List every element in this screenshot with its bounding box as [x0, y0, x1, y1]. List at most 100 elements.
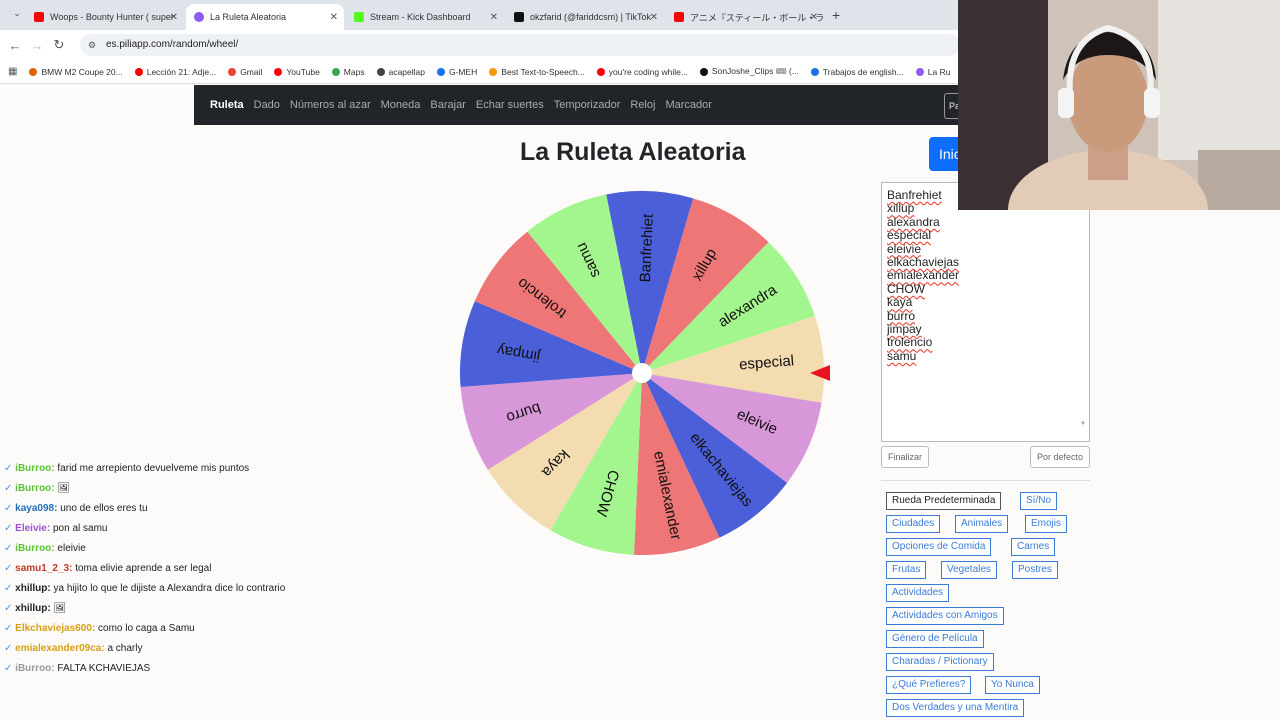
bookmark-item[interactable]: La Ru [915, 66, 950, 77]
chat-username: xhillup: [15, 583, 51, 594]
preset-button[interactable]: Frutas [886, 561, 927, 579]
site-nav-link[interactable]: Dado [254, 99, 280, 111]
preset-button[interactable]: Dos Verdades y una Mentira [886, 699, 1025, 717]
preset-button[interactable]: Sí/No [1020, 492, 1058, 510]
preset-button[interactable]: Postres [1012, 561, 1058, 579]
name-entry: elkachaviejas [887, 255, 960, 270]
chat-username: iBurroo: [15, 663, 55, 674]
names-textarea[interactable]: Banfrehiet xillup alexandra especial eleivie… [881, 182, 1090, 442]
forward-icon[interactable]: → [26, 38, 48, 53]
tab-label: アニメ『スティール・ボール・ラン ジョジ [690, 12, 824, 23]
site-nav-link[interactable]: Reloj [630, 99, 655, 111]
chat-badge-icon: ✓ [4, 643, 16, 654]
tab-search-icon[interactable]: ⌄ [6, 8, 28, 19]
bookmark-item[interactable]: Best Text-to-Speech... [489, 66, 585, 77]
bookmark-favicon-icon [915, 67, 924, 76]
chat-username: emialexander09ca: [15, 643, 105, 654]
site-nav-link[interactable]: Barajar [430, 99, 465, 111]
site-nav-link[interactable]: Echar suertes [476, 99, 544, 111]
bookmark-item[interactable]: you're coding while... [596, 66, 688, 77]
chat-text: eleivie [57, 543, 86, 554]
chat-message: ✓ iBurroo: eleivie [4, 542, 334, 555]
new-tab-icon[interactable]: + [832, 7, 840, 23]
apps-grid-icon[interactable]: ▦ [8, 66, 17, 77]
preset-button[interactable]: Yo Nunca [985, 676, 1040, 694]
bookmark-label: Maps [343, 66, 365, 77]
close-tab-icon[interactable]: ✕ [490, 12, 498, 23]
site-nav-link[interactable]: Moneda [381, 99, 421, 111]
bookmark-item[interactable]: Maps [331, 66, 365, 77]
bookmark-item[interactable]: acapellap [376, 66, 425, 77]
finish-button[interactable]: Finalizar [881, 446, 930, 468]
site-nav-link[interactable]: Ruleta [210, 99, 244, 111]
preset-button[interactable]: Charadas / Pictionary [886, 653, 994, 671]
resize-handle-icon[interactable]: ▼ [1080, 418, 1086, 431]
chat-text: uno de ellos eres tu [60, 503, 148, 514]
chat-username: iBurroo: [15, 543, 55, 554]
bookmark-item[interactable]: Trabajos de english... [810, 66, 904, 77]
preset-button[interactable]: Animales [955, 515, 1009, 533]
chat-username: iBurroo: [15, 483, 55, 494]
tab-label: Stream - Kick Dashboard [370, 12, 471, 22]
bookmark-item[interactable]: YouTube [274, 66, 320, 77]
close-tab-icon[interactable]: ✕ [650, 12, 658, 23]
bookmark-item[interactable]: Gmail [228, 66, 262, 77]
preset-button[interactable]: Ciudades [886, 515, 941, 533]
chat-username: Elkchaviejas600: [15, 623, 96, 634]
tab-ruleta[interactable]: La Ruleta Aleatoria ✕ [186, 4, 344, 30]
tab-kick[interactable]: Stream - Kick Dashboard ✕ [346, 4, 504, 30]
tab-tiktok[interactable]: okzfarid (@fariddcsm) | TikTok ✕ [506, 4, 664, 30]
chat-message: ✓ Elkchaviejas600: como lo caga a Samu [4, 622, 334, 635]
chat-badge-icon: ✓ [4, 543, 16, 554]
reload-icon[interactable]: ↻ [48, 37, 70, 53]
bookmark-item[interactable]: BMW M2 Coupe 20... [29, 66, 123, 77]
site-nav-link[interactable]: Números al azar [290, 99, 371, 111]
chat-message: ✓ kaya098: uno de ellos eres tu [4, 502, 334, 515]
site-info-icon[interactable]: ⚙ [88, 34, 96, 56]
url-bar[interactable]: ⚙ es.piliapp.com/random/wheel/ [80, 34, 960, 56]
default-button[interactable]: Por defecto [1030, 446, 1091, 468]
bookmark-label: acapellap [388, 66, 425, 77]
bookmark-label: BMW M2 Coupe 20... [41, 66, 123, 77]
chat-badge-icon: ✓ [4, 503, 16, 514]
site-nav-link[interactable]: Marcador [665, 99, 711, 111]
bookmark-item[interactable]: Lección 21: Adje... [134, 66, 216, 77]
site-nav-link[interactable]: Temporizador [554, 99, 621, 111]
tab-woops[interactable]: Woops - Bounty Hunter ( super ✕ [26, 4, 184, 30]
preset-button[interactable]: Vegetales [941, 561, 997, 579]
bookmark-item[interactable]: G-MEH [436, 66, 477, 77]
preset-button[interactable]: Actividades [886, 584, 950, 602]
chat-message: ✓ iBurroo: FALTA KCHAVIEJAS [4, 662, 334, 675]
name-entry: burro [887, 308, 916, 323]
close-tab-icon[interactable]: ✕ [330, 12, 338, 23]
chat-username: xhillup: [15, 603, 51, 614]
bookmark-label: you're coding while... [608, 66, 688, 77]
preset-button[interactable]: Emojis [1025, 515, 1068, 533]
bookmark-favicon-icon [274, 67, 283, 76]
chat-message: ✓ iBurroo: farid me arrepiento devuelvem… [4, 462, 334, 475]
webcam-overlay [958, 0, 1280, 210]
back-icon[interactable]: ← [4, 38, 26, 53]
chat-badge-icon: ✓ [4, 523, 16, 534]
bookmark-favicon-icon [596, 67, 605, 76]
roulette-wheel[interactable]: Banfrehiet xillupalexandraespecialeleivie… [450, 175, 830, 570]
preset-button[interactable]: Actividades con Amigos [886, 607, 1004, 625]
youtube-icon [34, 12, 44, 22]
name-entry: jimpay [887, 322, 922, 337]
preset-button[interactable]: Género de Película [886, 630, 984, 648]
bookmark-label: SonJoshe_Clips 🎟 (... [711, 66, 799, 76]
chat-badge-icon: ✓ [4, 663, 16, 674]
chat-message: ✓ iBurroo: 🖼 [4, 482, 334, 495]
preset-button[interactable]: Rueda Predeterminada [886, 492, 1002, 510]
preset-button[interactable]: Opciones de Comida [886, 538, 992, 556]
close-tab-icon[interactable]: ✕ [170, 12, 178, 23]
preset-button[interactable]: ¿Qué Prefieres? [886, 676, 972, 694]
bookmark-favicon-icon [489, 67, 498, 76]
name-entry: emialexander [887, 268, 960, 283]
tab-anime[interactable]: アニメ『スティール・ボール・ラン ジョジ ✕ [666, 4, 824, 30]
preset-button[interactable]: Carnes [1011, 538, 1056, 556]
bookmark-item[interactable]: SonJoshe_Clips 🎟 (... [699, 66, 799, 77]
name-entry: CHOW [887, 281, 925, 296]
close-tab-icon[interactable]: ✕ [810, 12, 818, 23]
nav-input[interactable]: Pa [944, 93, 958, 119]
